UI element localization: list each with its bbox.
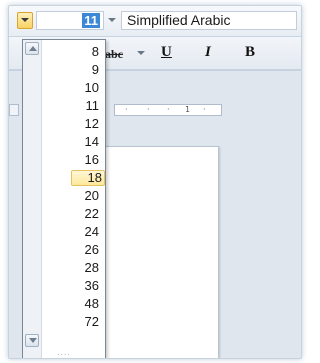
- font-size-option[interactable]: 12: [75, 116, 101, 132]
- document-page[interactable]: [101, 146, 219, 358]
- font-size-option[interactable]: 10: [75, 80, 101, 96]
- italic-button[interactable]: I: [205, 44, 211, 61]
- chevron-down-icon: [108, 18, 116, 22]
- font-size-input[interactable]: 11: [36, 11, 104, 30]
- word-ribbon-window: 11 Simplified Arabic abc U I B · · · 1 ·: [8, 5, 302, 359]
- font-size-option[interactable]: 72: [75, 314, 101, 330]
- chevron-down-icon[interactable]: [137, 51, 145, 56]
- scroll-down-button[interactable]: [25, 334, 39, 347]
- font-size-option[interactable]: 20: [75, 188, 101, 204]
- ruler-mark: ·: [125, 105, 128, 114]
- font-name-input[interactable]: Simplified Arabic: [121, 11, 297, 30]
- horizontal-ruler[interactable]: · · · 1 ·: [114, 104, 222, 116]
- underline-button[interactable]: U: [161, 44, 172, 61]
- ruler-corner: [9, 104, 19, 116]
- font-size-option[interactable]: 36: [75, 278, 101, 294]
- font-size-option[interactable]: 11: [75, 98, 101, 114]
- font-size-option-highlighted[interactable]: 18: [71, 170, 105, 186]
- dropdown-scrollbar[interactable]: [23, 40, 42, 358]
- font-size-option[interactable]: 16: [75, 152, 101, 168]
- font-size-dropdown-list: 8 9 10 11 12 14 16 18 20 22 24 26 28 36 …: [22, 39, 106, 359]
- ruler-mark: ·: [167, 105, 170, 114]
- font-toolbar-row: 11 Simplified Arabic: [9, 6, 301, 37]
- ruler-mark: ·: [203, 105, 206, 114]
- font-size-option[interactable]: 28: [75, 260, 101, 276]
- bold-button[interactable]: B: [245, 44, 255, 61]
- ruler-mark: 1: [185, 105, 191, 114]
- font-size-dropdown-button[interactable]: [17, 12, 33, 29]
- chevron-down-icon: [21, 18, 29, 22]
- font-size-option[interactable]: 22: [75, 206, 101, 222]
- scroll-up-button[interactable]: [25, 42, 39, 55]
- font-size-option[interactable]: 24: [75, 224, 101, 240]
- ruler-mark: ·: [147, 105, 150, 114]
- font-size-option[interactable]: 9: [75, 62, 101, 78]
- font-size-value: 11: [82, 13, 100, 28]
- font-size-option[interactable]: 14: [75, 134, 101, 150]
- font-size-option[interactable]: 26: [75, 242, 101, 258]
- font-size-option[interactable]: 8: [75, 44, 101, 60]
- triangle-up-icon: [29, 46, 37, 51]
- strikethrough-button[interactable]: abc: [105, 47, 123, 62]
- font-name-dropdown-button[interactable]: [105, 11, 119, 30]
- resize-grip-icon[interactable]: ····: [23, 352, 105, 359]
- triangle-down-icon: [29, 338, 37, 343]
- font-size-option[interactable]: 48: [75, 296, 101, 312]
